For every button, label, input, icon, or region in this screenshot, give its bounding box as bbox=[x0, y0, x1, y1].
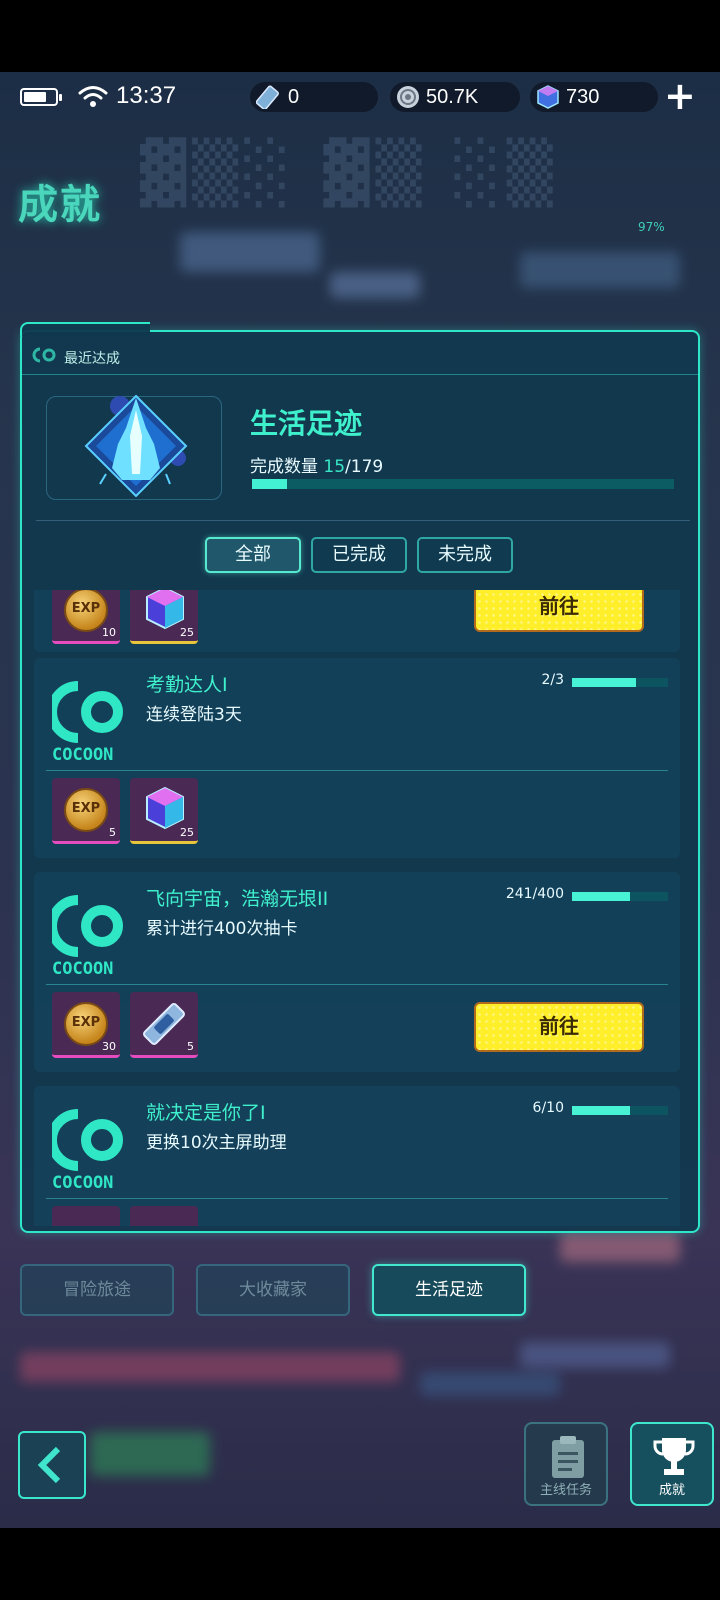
reward-exp[interactable]: EXP 10 bbox=[52, 590, 120, 644]
clock-time: 13:37 bbox=[116, 82, 177, 109]
ticket-icon bbox=[143, 1003, 185, 1045]
coin-icon bbox=[397, 86, 419, 108]
ticket-icon bbox=[256, 85, 279, 109]
main-quest-button[interactable]: 主线任务 bbox=[524, 1422, 608, 1506]
coin-counter[interactable]: 50.7K bbox=[390, 82, 520, 112]
recent-achievement-label: 最近达成 bbox=[64, 351, 120, 367]
completion-count-total: /179 bbox=[345, 457, 384, 477]
reward-qty: 10 bbox=[102, 626, 116, 639]
back-button[interactable] bbox=[18, 1431, 86, 1499]
achievement-description: 更换10次主屏助理 bbox=[146, 1133, 287, 1153]
trophy-icon bbox=[653, 1438, 695, 1475]
achievement-progress-text: 241/400 bbox=[505, 886, 564, 902]
panel-tab-decoration bbox=[20, 322, 150, 336]
reward-exp[interactable]: EXP 30 bbox=[52, 992, 120, 1058]
exp-coin-icon: EXP bbox=[64, 788, 108, 832]
chevron-left-icon bbox=[37, 1446, 61, 1484]
ticket-count: 0 bbox=[288, 86, 300, 108]
cocoon-logo-icon: COCOON bbox=[52, 1109, 123, 1192]
achievement-card: COCOON 就决定是你了I 更换10次主屏助理 6/10 bbox=[34, 1086, 680, 1226]
filter-all-tab[interactable]: 全部 bbox=[205, 537, 301, 573]
completion-count-label: 完成数量 bbox=[250, 457, 318, 477]
achievement-progress-bar bbox=[572, 678, 668, 687]
achievement-medal-icon bbox=[84, 394, 188, 498]
battery-icon bbox=[20, 88, 62, 106]
achievement-title: 就决定是你了I bbox=[146, 1102, 266, 1124]
reward-qty: 5 bbox=[187, 1040, 194, 1053]
reward-qty: 30 bbox=[102, 1040, 116, 1053]
reward-exp[interactable]: EXP 5 bbox=[52, 778, 120, 844]
reward-slot[interactable] bbox=[130, 1206, 198, 1226]
category-tab-adventure[interactable]: 冒险旅途 bbox=[20, 1264, 174, 1316]
achievement-description: 累计进行400次抽卡 bbox=[146, 919, 298, 939]
divider bbox=[46, 984, 668, 985]
achievement-progress-text: 6/10 bbox=[532, 1100, 564, 1116]
cocoon-small-icon bbox=[32, 347, 56, 363]
page-title: 成就 bbox=[18, 182, 102, 228]
achievement-title: 考勤达人I bbox=[146, 674, 228, 696]
achievement-list[interactable]: EXP 10 25 前往 COCOON 考勤达人I 连续登陆3天 2/3 EXP… bbox=[34, 590, 680, 1226]
reward-cube[interactable]: 25 bbox=[130, 590, 198, 644]
svg-text:COCOON: COCOON bbox=[52, 1173, 113, 1192]
gem-cube-icon bbox=[146, 786, 184, 830]
gem-cube-icon bbox=[537, 85, 559, 109]
achievement-card: COCOON 考勤达人I 连续登陆3天 2/3 EXP 5 25 bbox=[34, 658, 680, 858]
filter-incomplete-tab[interactable]: 未完成 bbox=[417, 537, 513, 573]
divider bbox=[46, 770, 668, 771]
achievement-progress-bar bbox=[572, 892, 668, 901]
main-quest-label: 主线任务 bbox=[539, 1483, 592, 1498]
header-decoration: ▓▒░ ▓▒ ░▒ bbox=[140, 138, 559, 208]
achievement-title: 飞向宇宙，浩瀚无垠II bbox=[146, 888, 329, 910]
achievement-card: EXP 10 25 前往 bbox=[34, 590, 680, 652]
completion-progress-bar bbox=[252, 479, 674, 489]
completion-count: 完成数量 15/179 bbox=[250, 452, 383, 477]
achievement-progress-bar bbox=[572, 1106, 668, 1115]
go-button[interactable]: 前往 bbox=[474, 1002, 644, 1052]
svg-text:COCOON: COCOON bbox=[52, 959, 113, 978]
divider bbox=[46, 1198, 668, 1199]
achievement-progress-text: 2/3 bbox=[541, 672, 564, 688]
category-tab-life[interactable]: 生活足迹 bbox=[372, 1264, 526, 1316]
reward-qty: 25 bbox=[180, 826, 194, 839]
go-button[interactable]: 前往 bbox=[474, 590, 644, 632]
reward-qty: 5 bbox=[109, 826, 116, 839]
gem-count: 730 bbox=[566, 86, 600, 108]
ticket-counter[interactable]: 0 bbox=[250, 82, 378, 112]
achievements-button[interactable]: 成就 bbox=[630, 1422, 714, 1506]
svg-text:COCOON: COCOON bbox=[52, 745, 113, 764]
gem-counter[interactable]: 730 bbox=[530, 82, 658, 112]
reward-ticket[interactable]: 5 bbox=[130, 992, 198, 1058]
gem-cube-icon bbox=[146, 590, 184, 630]
cocoon-logo-icon: COCOON bbox=[52, 895, 123, 978]
wifi-icon bbox=[78, 86, 108, 107]
achievement-description: 连续登陆3天 bbox=[146, 705, 242, 725]
achievement-card: COCOON 飞向宇宙，浩瀚无垠II 累计进行400次抽卡 241/400 EX… bbox=[34, 872, 680, 1072]
reward-slot[interactable] bbox=[52, 1206, 120, 1226]
reward-cube[interactable]: 25 bbox=[130, 778, 198, 844]
add-currency-button[interactable]: + bbox=[664, 76, 696, 116]
filter-completed-tab[interactable]: 已完成 bbox=[311, 537, 407, 573]
divider bbox=[20, 374, 700, 375]
reward-qty: 25 bbox=[180, 626, 194, 639]
completion-count-current: 15 bbox=[323, 457, 346, 477]
clipboard-icon bbox=[552, 1436, 584, 1478]
coin-count: 50.7K bbox=[426, 86, 479, 108]
cocoon-logo-icon: COCOON bbox=[52, 681, 123, 764]
category-tab-collector[interactable]: 大收藏家 bbox=[196, 1264, 350, 1316]
recent-achievement-title: 生活足迹 bbox=[250, 407, 363, 440]
divider bbox=[36, 520, 690, 521]
header-progress-text: 97% bbox=[638, 220, 665, 234]
achievements-label: 成就 bbox=[658, 1483, 685, 1498]
